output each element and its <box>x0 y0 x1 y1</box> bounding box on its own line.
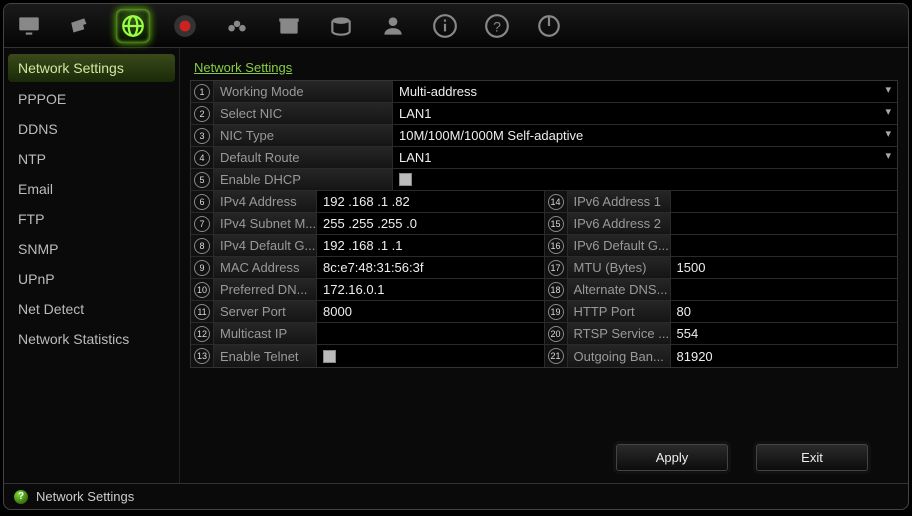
sidebar-item-ddns[interactable]: DDNS <box>4 114 179 144</box>
sidebar: Network Settings PPPOE DDNS NTP Email FT… <box>4 48 180 483</box>
label-nic-type: NIC Type <box>213 125 393 146</box>
select-working-mode[interactable]: Multi-address <box>393 81 897 102</box>
row-number: 18 <box>545 279 567 300</box>
row-number: 10 <box>191 279 213 300</box>
input-server-port[interactable]: 8000 <box>317 301 544 322</box>
exit-button[interactable]: Exit <box>756 444 868 471</box>
row-number: 3 <box>191 125 213 146</box>
value-mac-address: 8c:e7:48:31:56:3f <box>317 257 544 278</box>
label-mtu: MTU (Bytes) <box>567 257 671 278</box>
input-ipv6-gateway[interactable] <box>671 235 898 256</box>
help-icon: ? <box>14 490 28 504</box>
sidebar-item-network-statistics[interactable]: Network Statistics <box>4 324 179 354</box>
row-number: 4 <box>191 147 213 168</box>
input-preferred-dns[interactable]: 172.16.0.1 <box>317 279 544 300</box>
row-number: 11 <box>191 301 213 322</box>
row-number: 20 <box>545 323 567 344</box>
label-enable-dhcp: Enable DHCP <box>213 169 393 190</box>
content-pane: Network Settings 1 Working Mode Multi-ad… <box>180 48 908 483</box>
row-number: 15 <box>545 213 567 234</box>
status-text: Network Settings <box>36 489 134 504</box>
svg-text:?: ? <box>493 18 501 34</box>
row-number: 9 <box>191 257 213 278</box>
camera-icon[interactable] <box>64 9 98 43</box>
label-ipv6-address-2: IPv6 Address 2 <box>567 213 671 234</box>
sidebar-item-email[interactable]: Email <box>4 174 179 204</box>
input-ipv4-address[interactable]: 192 .168 .1 .82 <box>317 191 544 212</box>
sidebar-item-ftp[interactable]: FTP <box>4 204 179 234</box>
checkbox-enable-dhcp[interactable] <box>393 169 897 190</box>
label-select-nic: Select NIC <box>213 103 393 124</box>
label-preferred-dns: Preferred DN... <box>213 279 317 300</box>
user-icon[interactable] <box>376 9 410 43</box>
row-number: 2 <box>191 103 213 124</box>
input-multicast-ip[interactable] <box>317 323 544 344</box>
label-ipv4-address: IPv4 Address <box>213 191 317 212</box>
label-mac-address: MAC Address <box>213 257 317 278</box>
motion-icon[interactable] <box>220 9 254 43</box>
sidebar-item-network-settings[interactable]: Network Settings <box>8 54 175 82</box>
label-ipv6-gateway: IPv6 Default G... <box>567 235 671 256</box>
label-server-port: Server Port <box>213 301 317 322</box>
label-ipv6-address-1: IPv6 Address 1 <box>567 191 671 212</box>
label-alternate-dns: Alternate DNS... <box>567 279 671 300</box>
apply-button[interactable]: Apply <box>616 444 728 471</box>
input-rtsp-port[interactable]: 554 <box>671 323 898 344</box>
power-icon[interactable] <box>532 9 566 43</box>
disk-icon[interactable] <box>324 9 358 43</box>
top-toolbar: ? <box>4 4 908 48</box>
sidebar-item-upnp[interactable]: UPnP <box>4 264 179 294</box>
record-icon[interactable] <box>168 9 202 43</box>
input-ipv6-address-1[interactable] <box>671 191 898 212</box>
tab-network-settings[interactable]: Network Settings <box>190 60 296 78</box>
row-number: 17 <box>545 257 567 278</box>
select-nic-type[interactable]: 10M/100M/1000M Self-adaptive <box>393 125 897 146</box>
select-default-route[interactable]: LAN1 <box>393 147 897 168</box>
monitor-icon[interactable] <box>12 9 46 43</box>
label-rtsp-port: RTSP Service ... <box>567 323 671 344</box>
label-ipv4-subnet: IPv4 Subnet M... <box>213 213 317 234</box>
sidebar-item-ntp[interactable]: NTP <box>4 144 179 174</box>
row-number: 21 <box>545 345 567 367</box>
input-ipv6-address-2[interactable] <box>671 213 898 234</box>
row-number: 5 <box>191 169 213 190</box>
row-number: 12 <box>191 323 213 344</box>
input-http-port[interactable]: 80 <box>671 301 898 322</box>
input-alternate-dns[interactable] <box>671 279 898 300</box>
row-number: 8 <box>191 235 213 256</box>
sidebar-item-net-detect[interactable]: Net Detect <box>4 294 179 324</box>
label-ipv4-gateway: IPv4 Default G... <box>213 235 317 256</box>
label-multicast-ip: Multicast IP <box>213 323 317 344</box>
row-number: 1 <box>191 81 213 102</box>
label-outgoing-bandwidth: Outgoing Ban... <box>567 345 671 367</box>
row-number: 14 <box>545 191 567 212</box>
row-number: 13 <box>191 345 213 367</box>
label-default-route: Default Route <box>213 147 393 168</box>
input-ipv4-subnet[interactable]: 255 .255 .255 .0 <box>317 213 544 234</box>
row-number: 16 <box>545 235 567 256</box>
sidebar-item-pppoe[interactable]: PPPOE <box>4 84 179 114</box>
input-outgoing-bandwidth[interactable]: 81920 <box>671 345 898 367</box>
row-number: 7 <box>191 213 213 234</box>
help-icon[interactable]: ? <box>480 9 514 43</box>
status-bar: ? Network Settings <box>4 483 908 509</box>
checkbox-enable-telnet[interactable] <box>317 345 544 367</box>
network-icon[interactable] <box>116 9 150 43</box>
settings-form: 1 Working Mode Multi-address 2 Select NI… <box>190 80 898 368</box>
row-number: 19 <box>545 301 567 322</box>
label-working-mode: Working Mode <box>213 81 393 102</box>
archive-icon[interactable] <box>272 9 306 43</box>
label-http-port: HTTP Port <box>567 301 671 322</box>
select-nic[interactable]: LAN1 <box>393 103 897 124</box>
label-enable-telnet: Enable Telnet <box>213 345 317 367</box>
info-icon[interactable] <box>428 9 462 43</box>
input-ipv4-gateway[interactable]: 192 .168 .1 .1 <box>317 235 544 256</box>
row-number: 6 <box>191 191 213 212</box>
sidebar-item-snmp[interactable]: SNMP <box>4 234 179 264</box>
input-mtu[interactable]: 1500 <box>671 257 898 278</box>
